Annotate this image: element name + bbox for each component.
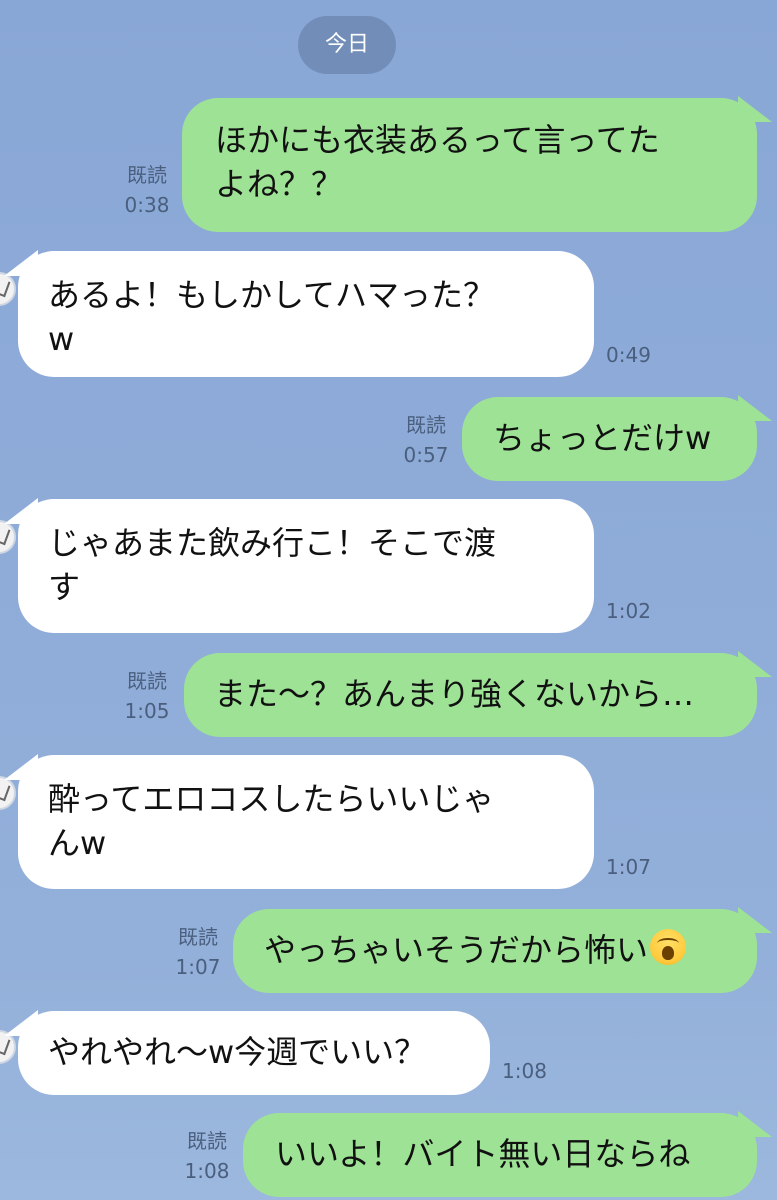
message-line: いいよ！バイト無い日ならね <box>275 1135 691 1173</box>
message-meta-9: 既読 1:08 <box>176 1126 238 1186</box>
read-receipt: 既読 <box>406 413 446 437</box>
message-line: ほかにも衣装あるって言ってた <box>215 121 660 159</box>
read-receipt: 既読 <box>187 1129 227 1153</box>
message-line: 酔ってエロコスしたらいいじゃ <box>48 780 495 818</box>
message-line: やれやれ〜w今週でいい？ <box>48 1033 427 1071</box>
message-line: ちょっとだけw <box>493 419 712 457</box>
message-line: じゃあまた飲み行こ！そこで渡 <box>48 524 497 562</box>
read-receipt: 既読 <box>127 163 167 187</box>
message-time: 1:08 <box>184 1159 230 1183</box>
message-line: w <box>48 320 75 358</box>
message-meta-5: 既読 1:05 <box>116 666 178 726</box>
bubble-tail <box>4 498 38 524</box>
bubble-tail <box>738 395 772 421</box>
bubble-tail <box>738 96 772 122</box>
message-meta-7: 既読 1:07 <box>167 922 229 982</box>
message-line: んw <box>48 824 107 862</box>
message-meta-3: 既読 0:57 <box>395 410 457 470</box>
read-receipt: 既読 <box>127 669 167 693</box>
message-time: 0:38 <box>124 193 170 217</box>
message-bubble-incoming[interactable]: やれやれ〜w今週でいい？ <box>18 1011 490 1095</box>
message-time: 0:49 <box>606 343 651 367</box>
sender-avatar[interactable] <box>0 520 16 554</box>
bubble-tail <box>4 250 38 276</box>
bubble-tail <box>4 754 38 780</box>
message-time: 1:02 <box>606 599 651 623</box>
message-bubble-incoming[interactable]: じゃあまた飲み行こ！そこで渡 す <box>18 499 594 633</box>
sender-avatar[interactable] <box>0 776 16 810</box>
message-line: やっちゃいそうだから怖い <box>264 931 649 969</box>
message-bubble-outgoing[interactable]: また〜？あんまり強くないから… <box>184 653 757 737</box>
bubble-tail <box>738 1111 772 1137</box>
message-bubble-incoming[interactable]: あるよ！もしかしてハマった？ w <box>18 251 594 377</box>
message-time: 0:57 <box>403 443 449 467</box>
message-bubble-outgoing[interactable]: ちょっとだけw <box>462 397 757 481</box>
message-line: す <box>48 568 81 606</box>
read-receipt: 既読 <box>178 925 218 949</box>
message-time: 1:08 <box>502 1059 547 1083</box>
message-line: あるよ！もしかしてハマった？ <box>48 276 496 314</box>
bubble-tail <box>738 907 772 933</box>
message-time: 1:05 <box>124 699 170 723</box>
face-screaming-in-fear-icon <box>650 929 687 965</box>
message-meta-1: 既読 0:38 <box>116 160 178 220</box>
message-bubble-outgoing[interactable]: やっちゃいそうだから怖い <box>233 909 757 993</box>
message-line: よね？？ <box>215 165 344 203</box>
message-bubble-outgoing[interactable]: いいよ！バイト無い日ならね <box>243 1113 757 1197</box>
bubble-tail <box>738 651 772 677</box>
bubble-tail <box>4 1010 38 1036</box>
message-bubble-incoming[interactable]: 酔ってエロコスしたらいいじゃ んw <box>18 755 594 889</box>
sender-avatar[interactable] <box>0 272 16 306</box>
message-time: 1:07 <box>606 855 651 879</box>
message-bubble-outgoing[interactable]: ほかにも衣装あるって言ってた よね？？ <box>182 98 757 232</box>
date-separator: 今日 <box>298 16 396 74</box>
message-line: また〜？あんまり強くないから… <box>214 675 695 713</box>
message-time: 1:07 <box>175 955 221 979</box>
